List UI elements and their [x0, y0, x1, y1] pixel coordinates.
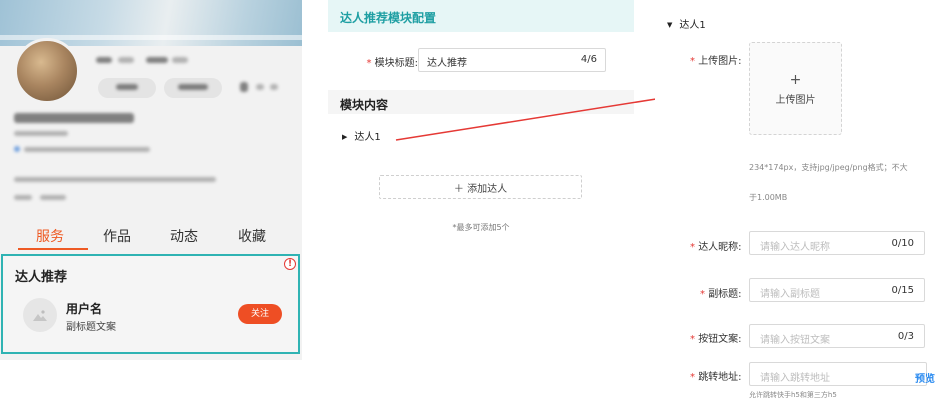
image-placeholder-icon	[33, 310, 47, 321]
subtitle-input[interactable]: 请输入副标题 0/15	[749, 278, 925, 302]
required-mark: *	[366, 58, 375, 69]
button-text-input[interactable]: 请输入按钮文案 0/3	[749, 324, 925, 348]
active-tab-indicator	[18, 248, 88, 250]
tab-works[interactable]: 作品	[103, 226, 131, 246]
button-text-label: * 按钮文案:	[690, 334, 742, 345]
tree-item-talent-1-expanded[interactable]: ▼ 达人1	[667, 16, 706, 31]
nickname-placeholder: 请输入达人昵称	[760, 242, 830, 253]
config-header-title: 达人推荐模块配置	[340, 11, 437, 25]
nickname-label: * 达人昵称:	[690, 242, 742, 253]
upload-image-label: * 上传图片:	[690, 56, 742, 67]
module-title-count: 4/6	[580, 54, 597, 65]
user-subtitle: 副标题文案	[66, 322, 116, 333]
upload-help-line2: 于1.00MB	[749, 193, 788, 202]
profile-avatar	[14, 38, 80, 104]
blurred-pill	[164, 78, 222, 98]
jump-url-input[interactable]: 请输入跳转地址	[749, 362, 927, 386]
blurred-stat	[146, 57, 168, 63]
tab-favorites[interactable]: 收藏	[238, 226, 266, 246]
add-talent-button[interactable]: ＋ 添加达人	[379, 175, 582, 199]
jump-url-placeholder: 请输入跳转地址	[760, 373, 830, 384]
subtitle-count: 0/15	[891, 285, 914, 296]
exclamation-circle-icon: !	[284, 258, 296, 270]
module-title-value: 达人推荐	[427, 58, 467, 69]
subtitle-placeholder: 请输入副标题	[760, 289, 820, 300]
user-name: 用户名	[66, 302, 103, 316]
config-header: 达人推荐模块配置	[328, 0, 634, 32]
preview-link[interactable]: 预览	[915, 370, 935, 385]
tab-feed[interactable]: 动态	[170, 226, 198, 246]
content-list: ▶ 达人1 ＋ 添加达人 *最多可添加5个	[328, 114, 634, 355]
blurred-line	[14, 195, 32, 200]
blurred-line	[14, 131, 68, 136]
blurred-icon	[270, 84, 278, 90]
module-config-panel: 达人推荐模块配置 * 模块标题: 达人推荐 4/6 模块内容 ▶ 达人1 ＋ 添加…	[328, 0, 634, 355]
talent-recommend-card[interactable]: 达人推荐 ! 用户名 副标题文案 关注	[1, 254, 300, 354]
phone-preview: 服务 作品 动态 收藏 达人推荐 ! 用户名 副标题文案 关注	[0, 0, 302, 360]
talent-item-form: ▼ 达人1 * 上传图片: + 上传图片 234*174px，支持jpg/jpeg…	[655, 0, 952, 401]
blurred-pill	[98, 78, 156, 98]
module-title-form: * 模块标题: 达人推荐 4/6	[328, 32, 634, 90]
image-upload-box[interactable]: + 上传图片	[749, 42, 842, 135]
tree-item-talent-1[interactable]: ▶ 达人1	[342, 128, 381, 143]
nickname-input[interactable]: 请输入达人昵称 0/10	[749, 231, 925, 255]
card-title: 达人推荐	[15, 270, 68, 285]
upload-help-line1: 234*174px，支持jpg/jpeg/png格式；不大	[749, 163, 908, 172]
blurred-line	[24, 147, 150, 152]
blurred-line	[14, 177, 216, 182]
tab-service[interactable]: 服务	[36, 226, 64, 246]
nickname-count: 0/10	[891, 238, 914, 249]
blurred-line	[40, 195, 66, 200]
blurred-name	[14, 113, 134, 123]
blurred-stat	[118, 57, 134, 63]
blurred-stat	[172, 57, 188, 63]
blurred-verify	[14, 146, 20, 152]
caret-right-icon: ▶	[342, 133, 348, 141]
jump-url-label: * 跳转地址:	[690, 372, 742, 383]
jump-url-help: 允许跳转快手h5和第三方h5	[749, 391, 837, 399]
button-text-placeholder: 请输入按钮文案	[760, 335, 830, 346]
follow-button[interactable]: 关注	[238, 304, 282, 324]
user-avatar	[23, 298, 57, 332]
module-title-input[interactable]: 达人推荐 4/6	[418, 48, 606, 72]
caret-down-icon: ▼	[667, 21, 673, 29]
add-limit-hint: *最多可添加5个	[452, 223, 510, 232]
blurred-stat	[96, 57, 112, 63]
plus-icon: +	[789, 72, 802, 88]
blurred-icon	[256, 84, 264, 90]
module-title-label: * 模块标题:	[366, 58, 418, 69]
upload-image-text: 上传图片	[775, 95, 816, 106]
button-text-count: 0/3	[897, 331, 914, 342]
blurred-icon	[240, 82, 248, 92]
subtitle-label: * 副标题:	[700, 289, 742, 300]
content-section-title: 模块内容	[340, 98, 389, 112]
